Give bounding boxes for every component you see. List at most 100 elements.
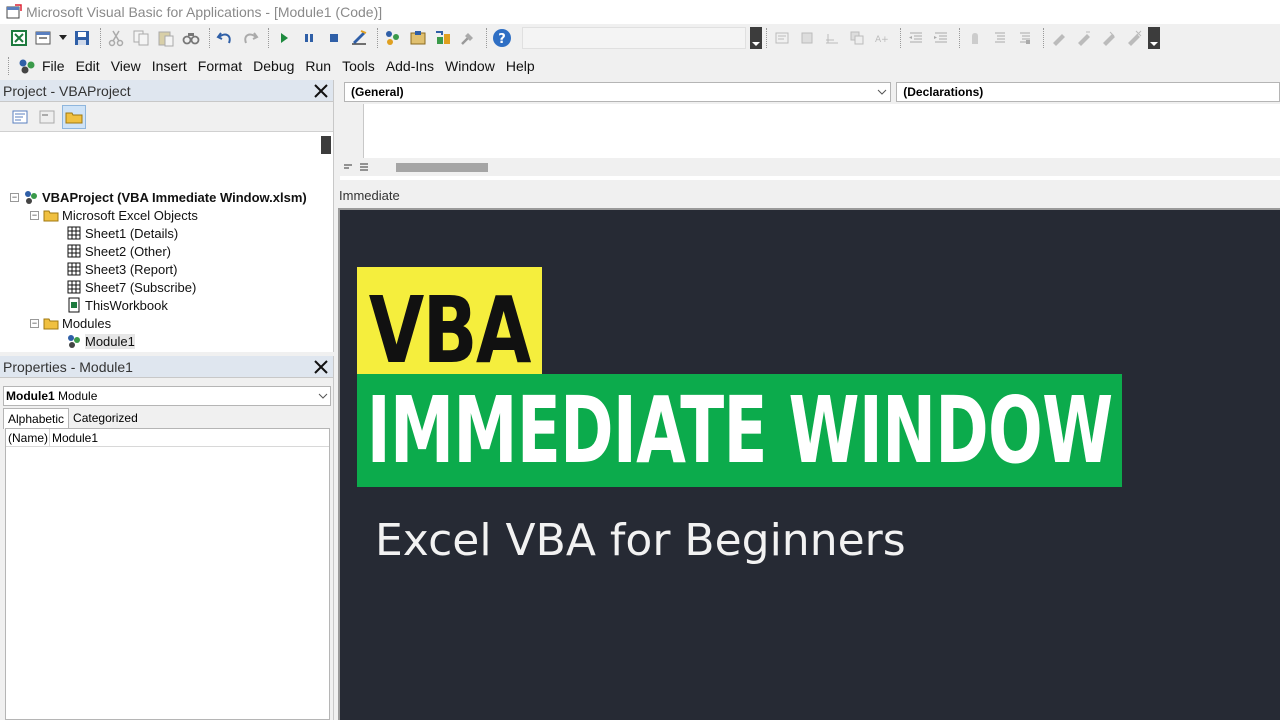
copy-icon[interactable] [130, 27, 152, 49]
menu-edit[interactable]: Edit [76, 58, 100, 74]
save-icon[interactable] [71, 27, 93, 49]
vbaproject-icon [25, 191, 37, 204]
design-mode-icon[interactable] [348, 27, 370, 49]
property-value[interactable]: Module1 [50, 429, 98, 446]
menu-tools[interactable]: Tools [342, 58, 375, 74]
vba-editor-window: Microsoft Visual Basic for Applications … [0, 0, 1280, 720]
list-constants-icon[interactable] [796, 27, 818, 49]
insert-userform-icon[interactable] [33, 27, 55, 49]
menu-add-ins[interactable]: Add-Ins [386, 58, 434, 74]
svg-text:?: ? [498, 32, 506, 47]
code-editor[interactable] [340, 104, 1280, 158]
menu-format[interactable]: Format [198, 58, 242, 74]
undo-icon[interactable] [214, 27, 236, 49]
toolbar-separator [766, 28, 767, 48]
procedure-view-icon[interactable] [340, 159, 356, 175]
tree-item-sheet[interactable]: Sheet2 (Other) [66, 242, 171, 260]
scrollbar-thumb[interactable] [396, 162, 488, 172]
tree-item-sheet[interactable]: Sheet1 (Details) [66, 224, 178, 242]
properties-window-icon[interactable] [407, 27, 429, 49]
tab-alphabetic[interactable]: Alphabetic [3, 408, 70, 429]
uncomment-block-icon[interactable] [1014, 27, 1036, 49]
toolbox-icon[interactable] [457, 27, 479, 49]
tree-item-thisworkbook[interactable]: ThisWorkbook [66, 296, 168, 314]
list-properties-icon[interactable] [771, 27, 793, 49]
project-explorer-icon[interactable] [382, 27, 404, 49]
object-combo[interactable]: (General) [344, 82, 892, 102]
worksheet-icon [67, 244, 81, 258]
menu-help[interactable]: Help [506, 58, 535, 74]
tree-label: ThisWorkbook [85, 297, 168, 313]
tree-item-sheet[interactable]: Sheet7 (Subscribe) [66, 278, 196, 296]
find-icon[interactable] [180, 27, 202, 49]
break-icon[interactable] [298, 27, 320, 49]
reset-icon[interactable] [323, 27, 345, 49]
property-row[interactable]: (Name) Module1 [6, 429, 329, 447]
banner-immediate-window-text: IMMEDIATE WINDOW [366, 377, 1113, 484]
help-icon[interactable]: ? [491, 27, 513, 49]
project-panel-header: Project - VBAProject [0, 80, 333, 102]
quick-info-icon[interactable] [821, 27, 843, 49]
code-horizontal-scrollbar[interactable] [340, 158, 1280, 176]
view-object-icon[interactable] [35, 105, 59, 129]
previous-bookmark-icon[interactable] [1098, 27, 1120, 49]
tree-item-vbaproject[interactable]: − VBAProject (VBA Immediate Window.xlsm) [10, 188, 307, 206]
object-browser-icon[interactable] [432, 27, 454, 49]
project-toolbar [0, 102, 333, 132]
tab-categorized[interactable]: Categorized [69, 408, 142, 429]
edit-toolbar-overflow-dropdown[interactable] [1148, 27, 1160, 49]
tree-item-sheet[interactable]: Sheet3 (Report) [66, 260, 178, 278]
project-scroll-arrow[interactable] [321, 136, 331, 154]
tree-label: Sheet2 (Other) [85, 243, 171, 259]
menu-run[interactable]: Run [305, 58, 331, 74]
toolbar-separator [1043, 28, 1044, 48]
run-icon[interactable] [273, 27, 295, 49]
project-explorer-panel: Project - VBAProject − VBAProject (VBA I… [0, 80, 334, 352]
view-code-icon[interactable] [8, 105, 32, 129]
menu-file[interactable]: File [42, 58, 65, 74]
redo-icon[interactable] [239, 27, 261, 49]
paste-icon[interactable] [155, 27, 177, 49]
clear-bookmarks-icon[interactable] [1123, 27, 1145, 49]
tree-item-modules[interactable]: − Modules [30, 314, 111, 332]
tree-item-module1[interactable]: Module1 [66, 332, 135, 350]
banner-vba: VBA [357, 267, 542, 377]
menu-bar: File Edit View Insert Format Debug Run T… [0, 52, 1280, 80]
collapse-icon[interactable]: − [30, 210, 39, 220]
toggle-bookmark-icon[interactable] [1048, 27, 1070, 49]
procedure-combo[interactable]: (Declarations) [896, 82, 1280, 102]
menu-window[interactable]: Window [445, 58, 495, 74]
tree-label: Module1 [85, 333, 135, 349]
indent-icon[interactable] [930, 27, 952, 49]
tree-label: Microsoft Excel Objects [62, 207, 198, 223]
parameter-info-icon[interactable] [846, 27, 868, 49]
collapse-icon[interactable]: − [10, 192, 19, 202]
next-bookmark-icon[interactable] [1073, 27, 1095, 49]
menu-debug[interactable]: Debug [253, 58, 294, 74]
workbook-icon [68, 297, 80, 313]
view-excel-icon[interactable] [8, 27, 30, 49]
object-selector[interactable]: Module1 Module [3, 386, 331, 406]
comment-block-icon[interactable] [989, 27, 1011, 49]
immediate-window-title: Immediate [339, 187, 400, 203]
toggle-folders-icon[interactable] [62, 104, 86, 129]
cut-icon[interactable] [105, 27, 127, 49]
outdent-icon[interactable] [905, 27, 927, 49]
project-close-icon[interactable] [309, 80, 333, 102]
insert-dropdown-icon[interactable] [58, 27, 68, 49]
properties-close-icon[interactable] [309, 356, 333, 378]
collapse-icon[interactable]: − [30, 318, 39, 328]
menu-view[interactable]: View [111, 58, 141, 74]
toggle-breakpoint-icon[interactable] [964, 27, 986, 49]
folder-open-icon [43, 318, 59, 330]
tree-item-excel-objects[interactable]: − Microsoft Excel Objects [30, 206, 198, 224]
tree-label: Modules [62, 315, 112, 331]
code-margin[interactable] [340, 104, 364, 158]
complete-word-icon[interactable]: A+ [871, 27, 893, 49]
chevron-down-icon[interactable] [316, 389, 330, 403]
menu-insert[interactable]: Insert [152, 58, 187, 74]
full-module-view-icon[interactable] [356, 159, 372, 175]
chevron-down-icon[interactable] [874, 84, 890, 100]
vba-document-icon[interactable] [16, 55, 38, 77]
toolbar-overflow-dropdown[interactable] [750, 27, 762, 49]
